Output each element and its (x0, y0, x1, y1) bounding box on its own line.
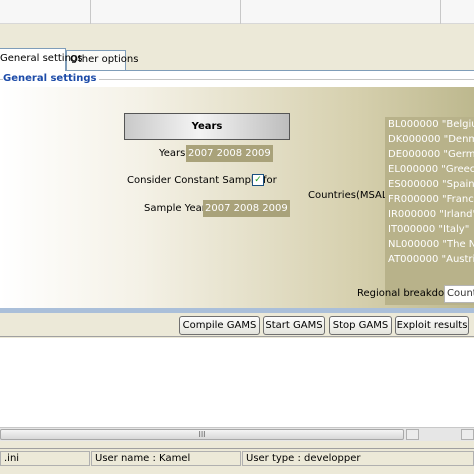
general-settings-panel: General settings Years Years 2007 2008 2… (0, 70, 474, 311)
constant-sample-checkbox[interactable]: ✓ (252, 174, 264, 186)
country-item[interactable]: IT000000 "Italy" (385, 222, 474, 237)
status-bar: .ini User name : Kamel User type : devel… (0, 448, 474, 466)
status-config-file: .ini (0, 451, 90, 466)
start-gams-button[interactable]: Start GAMS (263, 316, 325, 335)
strip-divider (440, 0, 441, 24)
country-item[interactable]: IR000000 "Irland" (385, 207, 474, 222)
settings-tabs: General settings Other options (0, 48, 474, 71)
sample-years-label: Sample Years (144, 203, 212, 214)
country-item[interactable]: DE000000 "Germany" (385, 147, 474, 162)
sample-years-value[interactable]: 2007 2008 2009 (203, 200, 290, 217)
status-user-type: User type : developper (242, 451, 474, 466)
scroll-left-arrow[interactable] (406, 429, 419, 440)
exploit-results-button[interactable]: Exploit results (395, 316, 469, 335)
output-console[interactable] (0, 338, 474, 427)
country-item[interactable]: ES000000 "Spain" (385, 177, 474, 192)
stop-gams-button[interactable]: Stop GAMS (329, 316, 392, 335)
country-item[interactable]: EL000000 "Greece" (385, 162, 474, 177)
years-header-button[interactable]: Years (124, 113, 290, 140)
scroll-right-arrow[interactable] (461, 429, 474, 440)
country-item[interactable]: NL000000 "The Nethe (385, 237, 474, 252)
gams-toolbar: Compile GAMS Start GAMS Stop GAMS Exploi… (0, 313, 474, 337)
status-user-name: User name : Kamel (91, 451, 241, 466)
country-item[interactable]: BL000000 "Belgium a (385, 117, 474, 132)
compile-gams-button[interactable]: Compile GAMS (179, 316, 260, 335)
years-value[interactable]: 2007 2008 2009 (186, 145, 273, 162)
countries-list[interactable]: BL000000 "Belgium a DK000000 "Denmark" D… (385, 117, 474, 305)
country-item[interactable]: DK000000 "Denmark" (385, 132, 474, 147)
country-item[interactable]: AT000000 "Austria" (385, 252, 474, 267)
years-label: Years (159, 148, 186, 159)
strip-divider (90, 0, 91, 24)
country-item[interactable]: FR000000 "France" (385, 192, 474, 207)
horizontal-scrollbar[interactable]: III (0, 427, 474, 441)
window-top-strip (0, 0, 474, 24)
scrollbar-thumb[interactable]: III (0, 429, 404, 440)
tab-general-settings[interactable]: General settings (0, 48, 82, 71)
group-title: General settings (3, 73, 100, 84)
strip-divider (240, 0, 241, 24)
regional-breakdown-select[interactable]: Countr (444, 285, 474, 303)
group-body: Years Years 2007 2008 2009 Consider Cons… (0, 87, 474, 311)
countries-label: Countries(MSALL) (308, 190, 397, 201)
